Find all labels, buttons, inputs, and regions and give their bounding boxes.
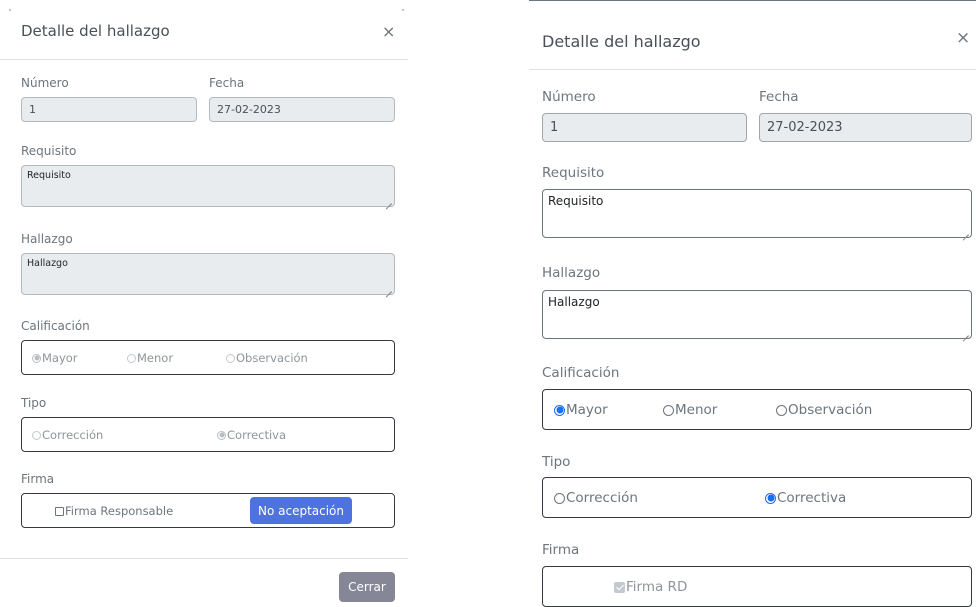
numero-field[interactable]: 1 — [21, 97, 197, 122]
radio-observacion[interactable]: Observación — [226, 351, 308, 365]
cerrar-button[interactable]: Cerrar — [339, 572, 395, 602]
tipo-label: Tipo — [542, 454, 571, 470]
no-aceptacion-button[interactable]: No aceptación — [250, 497, 352, 524]
radio-correccion[interactable]: Corrección — [32, 428, 103, 442]
radio-label: Correctiva — [777, 490, 847, 506]
hallazgo-label: Hallazgo — [542, 265, 601, 281]
radio-label: Menor — [675, 402, 718, 418]
radio-button[interactable] — [765, 492, 776, 504]
hallazgo-detail-modal-right: Detalle del hallazgo × Número 1 Fecha 27… — [529, 0, 976, 607]
calificacion-group: Mayor Menor Observación — [542, 389, 972, 430]
radio-button[interactable] — [663, 404, 674, 416]
resize-grip-icon[interactable] — [963, 229, 969, 235]
firma-label: Firma — [21, 472, 55, 486]
hallazgo-text: Hallazgo — [27, 258, 68, 269]
requisito-label: Requisito — [21, 144, 77, 158]
radio-menor[interactable]: Menor — [663, 402, 717, 418]
radio-button[interactable] — [554, 404, 565, 416]
radio-correctiva[interactable]: Correctiva — [217, 428, 286, 442]
resize-grip-icon[interactable] — [386, 286, 392, 292]
fecha-label: Fecha — [209, 76, 245, 90]
radio-label: Corrección — [42, 428, 104, 442]
resize-grip-icon[interactable] — [386, 198, 392, 204]
calificacion-label: Calificación — [21, 319, 90, 333]
radio-correccion[interactable]: Corrección — [554, 490, 638, 506]
radio-button[interactable] — [226, 353, 235, 363]
firma-responsable-checkbox[interactable]: Firma Responsable — [55, 504, 173, 518]
radio-button[interactable] — [217, 430, 226, 440]
tipo-group: Corrección Correctiva — [21, 417, 395, 452]
firma-group: Firma Responsable No aceptación — [21, 493, 395, 528]
modal-title: Detalle del hallazgo — [21, 22, 170, 40]
firma-rd-checkbox[interactable]: Firma RD — [614, 579, 687, 595]
radio-label: Corrección — [566, 490, 638, 506]
numero-label: Número — [21, 76, 69, 90]
close-icon[interactable]: × — [382, 24, 395, 40]
fecha-field[interactable]: 27-02-2023 — [759, 113, 972, 142]
checkbox-label: Firma Responsable — [65, 504, 174, 518]
checkbox[interactable] — [55, 506, 64, 516]
numero-field[interactable]: 1 — [542, 113, 747, 142]
radio-menor[interactable]: Menor — [127, 351, 173, 365]
radio-button[interactable] — [32, 353, 41, 363]
radio-label: Correctiva — [227, 428, 287, 442]
checkbox-label: Firma RD — [626, 579, 688, 595]
firma-label: Firma — [542, 542, 580, 558]
radio-correctiva[interactable]: Correctiva — [765, 490, 846, 506]
requisito-text: Requisito — [27, 170, 71, 181]
hallazgo-detail-modal-left: Detalle del hallazgo × Número 1 Fecha 27… — [0, 0, 408, 607]
hallazgo-label: Hallazgo — [21, 232, 73, 246]
calificacion-label: Calificación — [542, 365, 620, 381]
radio-label: Menor — [137, 351, 174, 365]
firma-group: Firma RD — [542, 566, 972, 607]
tipo-group: Corrección Correctiva — [542, 477, 972, 518]
radio-button[interactable] — [127, 353, 136, 363]
radio-button[interactable] — [776, 404, 787, 416]
radio-mayor[interactable]: Mayor — [32, 351, 78, 365]
requisito-label: Requisito — [542, 165, 605, 181]
calificacion-group: Mayor Menor Observación — [21, 340, 395, 375]
hallazgo-text: Hallazgo — [548, 295, 600, 309]
radio-label: Mayor — [42, 351, 78, 365]
radio-label: Mayor — [566, 402, 608, 418]
radio-mayor[interactable]: Mayor — [554, 402, 608, 418]
modal-header: Detalle del hallazgo × — [0, 0, 408, 60]
numero-label: Número — [542, 89, 596, 105]
tipo-label: Tipo — [21, 396, 47, 410]
requisito-textarea[interactable]: Requisito — [542, 189, 972, 238]
radio-label: Observación — [788, 402, 873, 418]
modal-header: Detalle del hallazgo × — [529, 1, 976, 70]
modal-footer-divider — [0, 558, 408, 559]
requisito-text: Requisito — [548, 194, 604, 208]
radio-observacion[interactable]: Observación — [776, 402, 872, 418]
fecha-field[interactable]: 27-02-2023 — [209, 97, 395, 122]
hallazgo-textarea[interactable]: Hallazgo — [21, 253, 395, 295]
fecha-label: Fecha — [759, 89, 799, 105]
resize-grip-icon[interactable] — [963, 330, 969, 336]
radio-button[interactable] — [554, 492, 565, 504]
close-icon[interactable]: × — [956, 30, 970, 47]
checkbox[interactable] — [614, 581, 625, 593]
radio-button[interactable] — [32, 430, 41, 440]
hallazgo-textarea[interactable]: Hallazgo — [542, 290, 972, 339]
radio-label: Observación — [236, 351, 308, 365]
modal-title: Detalle del hallazgo — [542, 32, 701, 51]
requisito-textarea[interactable]: Requisito — [21, 165, 395, 207]
